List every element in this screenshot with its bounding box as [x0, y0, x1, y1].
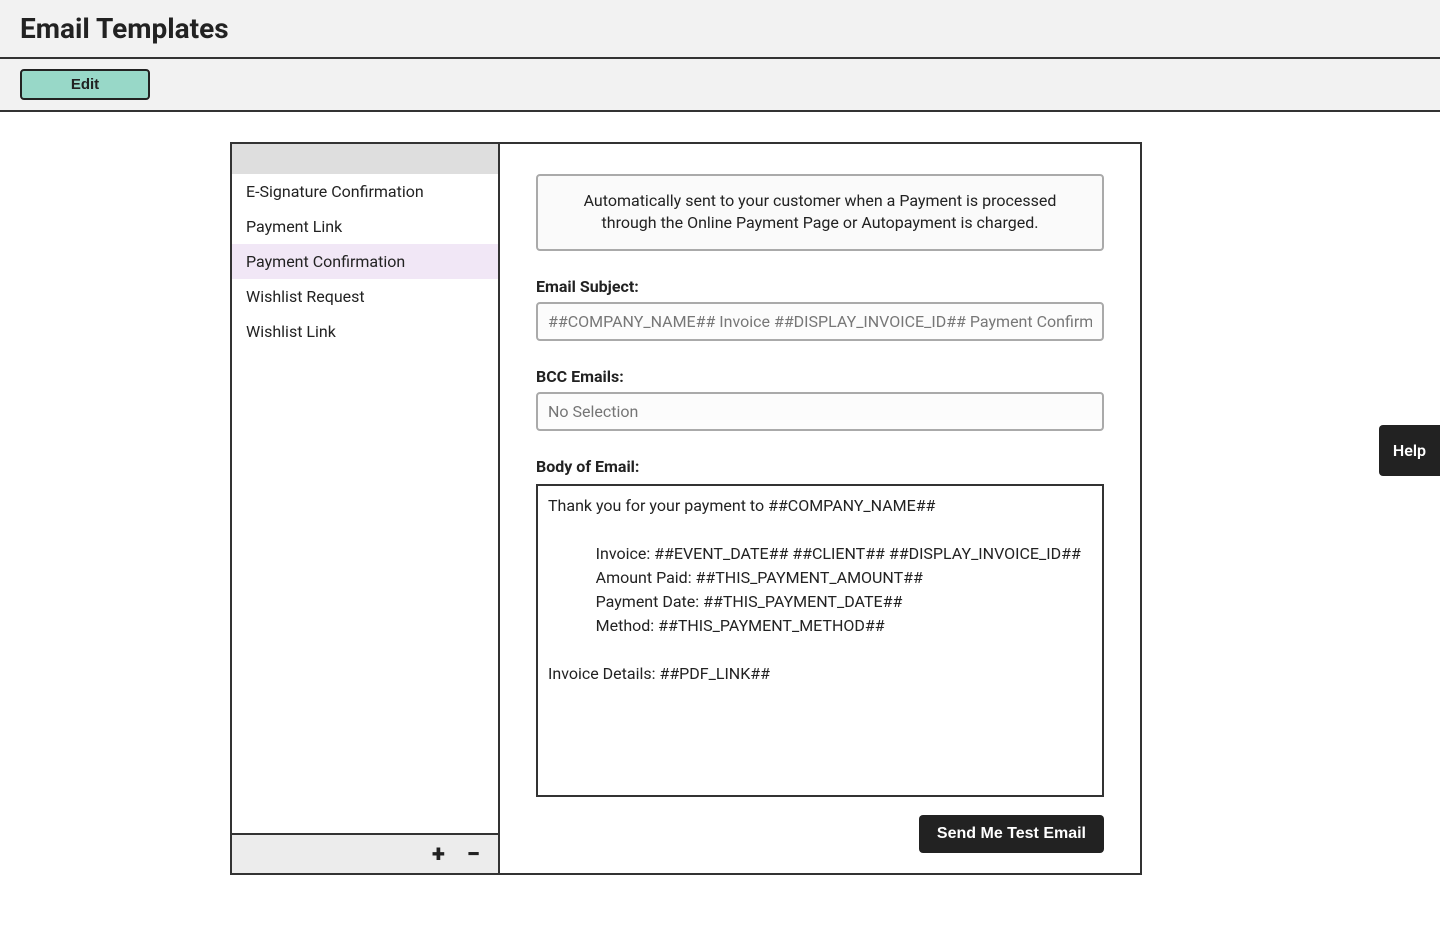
sidebar-item-label: E-Signature Confirmation — [246, 182, 424, 201]
template-description: Automatically sent to your customer when… — [536, 174, 1104, 251]
send-test-email-button[interactable]: Send Me Test Email — [919, 815, 1104, 853]
sidebar-item-wishlist-request[interactable]: Wishlist Request — [232, 279, 498, 314]
sidebar-item-wishlist-link[interactable]: Wishlist Link — [232, 314, 498, 349]
sidebar: E-Signature Confirmation Payment Link Pa… — [232, 144, 500, 873]
sidebar-header — [232, 144, 498, 174]
sidebar-item-payment-confirmation[interactable]: Payment Confirmation — [232, 244, 498, 279]
sidebar-footer: + − — [232, 833, 498, 873]
toolbar: Edit — [0, 59, 1440, 110]
email-body-textarea[interactable]: Thank you for your payment to ##COMPANY_… — [536, 484, 1104, 797]
sidebar-item-label: Wishlist Link — [246, 322, 336, 341]
header: Email Templates Edit — [0, 0, 1440, 112]
workspace: E-Signature Confirmation Payment Link Pa… — [0, 112, 1440, 875]
bcc-emails-input[interactable] — [536, 392, 1104, 431]
plus-icon[interactable]: + — [432, 842, 445, 866]
email-subject-input[interactable] — [536, 302, 1104, 341]
body-label: Body of Email: — [536, 457, 1104, 476]
sidebar-item-esignature-confirmation[interactable]: E-Signature Confirmation — [232, 174, 498, 209]
panel: E-Signature Confirmation Payment Link Pa… — [230, 142, 1142, 875]
minus-icon[interactable]: − — [467, 842, 480, 866]
sidebar-list: E-Signature Confirmation Payment Link Pa… — [232, 174, 498, 833]
sidebar-item-label: Payment Link — [246, 217, 342, 236]
help-tab[interactable]: Help — [1379, 425, 1440, 476]
sidebar-item-label: Wishlist Request — [246, 287, 365, 306]
edit-button[interactable]: Edit — [20, 69, 150, 100]
sidebar-item-payment-link[interactable]: Payment Link — [232, 209, 498, 244]
action-row: Send Me Test Email — [536, 815, 1104, 853]
main: Automatically sent to your customer when… — [500, 144, 1140, 873]
sidebar-item-label: Payment Confirmation — [246, 252, 405, 271]
email-subject-label: Email Subject: — [536, 277, 1104, 296]
page-title: Email Templates — [0, 0, 1440, 59]
bcc-emails-label: BCC Emails: — [536, 367, 1104, 386]
